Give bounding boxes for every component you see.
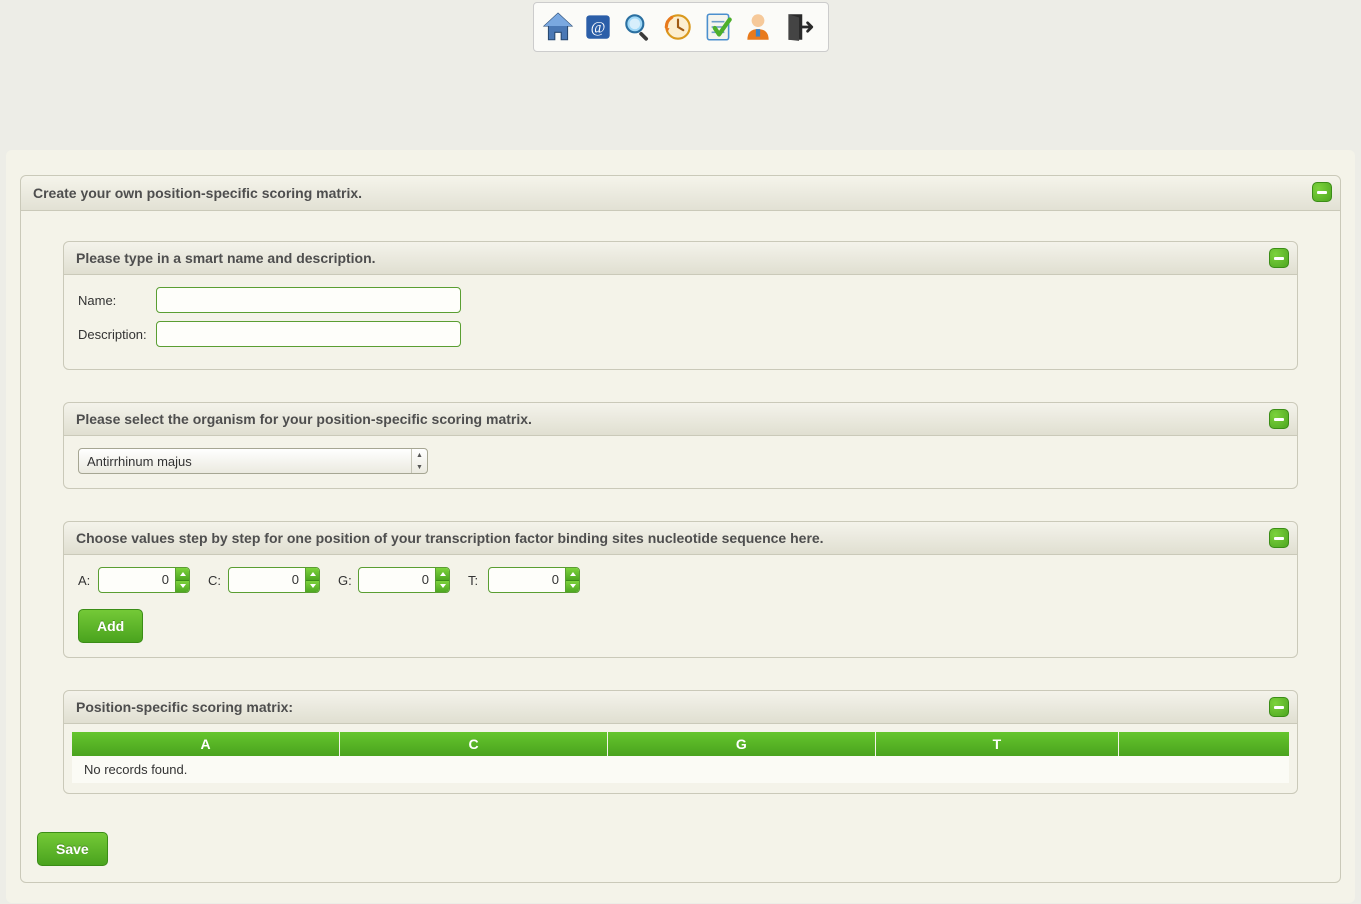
collapse-icon[interactable] (1269, 528, 1289, 548)
main-panel: Create your own position-specific scorin… (20, 175, 1341, 883)
main-panel-header: Create your own position-specific scorin… (21, 176, 1340, 211)
matrix-panel-title: Position-specific scoring matrix: (76, 699, 293, 715)
name-panel: Please type in a smart name and descript… (63, 241, 1298, 370)
c-label: C: (208, 573, 224, 588)
a-value: 0 (99, 568, 175, 592)
col-t: T (875, 732, 1118, 756)
g-stepper[interactable]: 0 (358, 567, 450, 593)
caret-down-icon[interactable] (436, 581, 449, 593)
name-label: Name: (78, 293, 156, 308)
g-label: G: (338, 573, 354, 588)
caret-up-icon[interactable] (306, 568, 319, 581)
c-stepper[interactable]: 0 (228, 567, 320, 593)
t-stepper[interactable]: 0 (488, 567, 580, 593)
collapse-icon[interactable] (1269, 409, 1289, 429)
a-stepper[interactable]: 0 (98, 567, 190, 593)
name-panel-title: Please type in a smart name and descript… (76, 250, 376, 266)
add-button[interactable]: Add (78, 609, 143, 643)
matrix-table: A C G T No records found. (72, 732, 1289, 783)
organism-panel: Please select the organism for your posi… (63, 402, 1298, 489)
a-label: A: (78, 573, 94, 588)
history-icon[interactable] (659, 8, 697, 46)
col-a: A (72, 732, 340, 756)
organism-select[interactable]: Antirrhinum majus ▲▼ (78, 448, 428, 474)
description-label: Description: (78, 327, 156, 342)
caret-up-icon[interactable] (436, 568, 449, 581)
caret-down-icon[interactable] (306, 581, 319, 593)
col-g: G (607, 732, 875, 756)
page-container: Create your own position-specific scorin… (6, 150, 1355, 903)
matrix-panel: Position-specific scoring matrix: A C G … (63, 690, 1298, 794)
values-panel-title: Choose values step by step for one posit… (76, 530, 824, 546)
col-c: C (340, 732, 608, 756)
collapse-icon[interactable] (1312, 182, 1332, 202)
collapse-icon[interactable] (1269, 248, 1289, 268)
c-value: 0 (229, 568, 305, 592)
caret-down-icon[interactable] (566, 581, 579, 593)
tasks-icon[interactable] (699, 8, 737, 46)
t-label: T: (468, 573, 484, 588)
exit-icon[interactable] (779, 8, 817, 46)
chevron-updown-icon: ▲▼ (411, 449, 427, 473)
col-actions (1119, 732, 1289, 756)
collapse-icon[interactable] (1269, 697, 1289, 717)
caret-up-icon[interactable] (566, 568, 579, 581)
values-panel: Choose values step by step for one posit… (63, 521, 1298, 658)
description-input[interactable] (156, 321, 461, 347)
caret-up-icon[interactable] (176, 568, 189, 581)
save-button[interactable]: Save (37, 832, 108, 866)
name-input[interactable] (156, 287, 461, 313)
search-icon[interactable] (619, 8, 657, 46)
table-row: No records found. (72, 756, 1289, 783)
empty-message: No records found. (72, 756, 1289, 783)
user-icon[interactable] (739, 8, 777, 46)
top-toolbar: @ (533, 2, 829, 52)
main-panel-title: Create your own position-specific scorin… (33, 185, 362, 201)
organism-panel-title: Please select the organism for your posi… (76, 411, 532, 427)
svg-text:@: @ (590, 19, 605, 36)
organism-selected-value: Antirrhinum majus (87, 454, 192, 469)
t-value: 0 (489, 568, 565, 592)
caret-down-icon[interactable] (176, 581, 189, 593)
g-value: 0 (359, 568, 435, 592)
home-icon[interactable] (539, 8, 577, 46)
contacts-icon[interactable]: @ (579, 8, 617, 46)
